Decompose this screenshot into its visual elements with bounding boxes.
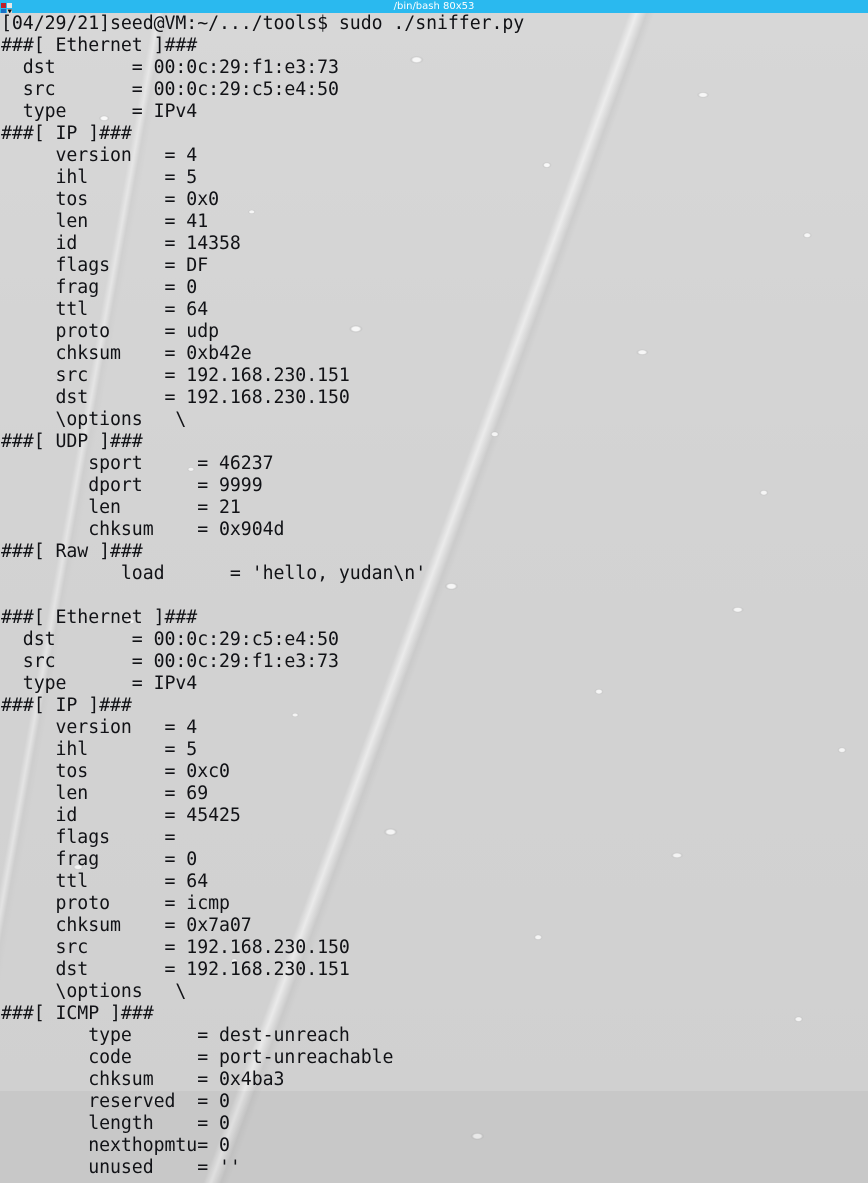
terminal-line: len = 69 bbox=[1, 783, 209, 804]
terminal-line: src = 00:0c:29:f1:e3:73 bbox=[1, 651, 339, 672]
window-menu-icon[interactable] bbox=[0, 0, 18, 13]
terminal-line: tos = 0xc0 bbox=[1, 761, 230, 782]
terminal-line: dst = 00:0c:29:c5:e4:50 bbox=[1, 629, 339, 650]
terminal-line: ###[ ICMP ]### bbox=[1, 1003, 154, 1024]
terminal-line: proto = udp bbox=[1, 321, 219, 342]
terminal-line: len = 41 bbox=[1, 211, 209, 232]
terminal-line: ###[ IP ]### bbox=[1, 695, 132, 716]
terminal-line: reserved = 0 bbox=[1, 1091, 230, 1112]
terminal-line: ###[ IP ]### bbox=[1, 123, 132, 144]
terminal-line: length = 0 bbox=[1, 1113, 230, 1134]
terminal-line: ###[ Ethernet ]### bbox=[1, 35, 198, 56]
terminal-line: version = 4 bbox=[1, 717, 198, 738]
terminal-line: dst = 00:0c:29:f1:e3:73 bbox=[1, 57, 339, 78]
terminal-line: proto = icmp bbox=[1, 893, 230, 914]
terminal-line: chksum = 0x904d bbox=[1, 519, 285, 540]
terminal-line: src = 00:0c:29:c5:e4:50 bbox=[1, 79, 339, 100]
terminal-line: unused = '' bbox=[1, 1157, 241, 1178]
terminal-line: \options \ bbox=[1, 981, 187, 1002]
terminal-line: ttl = 64 bbox=[1, 299, 209, 320]
terminal-line: load = 'hello, yudan\n' bbox=[1, 563, 427, 584]
terminal-line: chksum = 0x4ba3 bbox=[1, 1069, 285, 1090]
terminal-line: ###[ Ethernet ]### bbox=[1, 607, 198, 628]
terminal-line: chksum = 0xb42e bbox=[1, 343, 252, 364]
terminal-line: [04/29/21]seed@VM:~/.../tools$ sudo ./sn… bbox=[1, 13, 525, 34]
terminal-line: len = 21 bbox=[1, 497, 241, 518]
terminal-line: src = 192.168.230.150 bbox=[1, 937, 350, 958]
terminal-line: ihl = 5 bbox=[1, 739, 198, 760]
terminal-line: chksum = 0x7a07 bbox=[1, 915, 252, 936]
terminal-line: type = IPv4 bbox=[1, 673, 198, 694]
terminal-line: \options \ bbox=[1, 409, 187, 430]
terminal-line: flags = bbox=[1, 827, 176, 848]
window-titlebar[interactable]: /bin/bash 80x53 bbox=[0, 0, 868, 13]
terminal-line: ttl = 64 bbox=[1, 871, 209, 892]
terminal-line: ihl = 5 bbox=[1, 167, 198, 188]
terminal-line: dport = 9999 bbox=[1, 475, 263, 496]
terminal-window: /bin/bash 80x53 [04/29/21]seed@VM:~/.../… bbox=[0, 0, 868, 1183]
terminal-line: sport = 46237 bbox=[1, 453, 274, 474]
terminal-line: type = IPv4 bbox=[1, 101, 198, 122]
terminal-line: frag = 0 bbox=[1, 277, 198, 298]
terminal-line: nexthopmtu= 0 bbox=[1, 1135, 230, 1156]
terminal-line: code = port-unreachable bbox=[1, 1047, 394, 1068]
terminal-line: id = 45425 bbox=[1, 805, 241, 826]
terminal-line: ###[ Raw ]### bbox=[1, 541, 143, 562]
terminal-line: type = dest-unreach bbox=[1, 1025, 350, 1046]
terminal-line: src = 192.168.230.151 bbox=[1, 365, 350, 386]
terminal-line: tos = 0x0 bbox=[1, 189, 219, 210]
terminal-output: [04/29/21]seed@VM:~/.../tools$ sudo ./sn… bbox=[0, 13, 524, 1179]
terminal-line: dst = 192.168.230.150 bbox=[1, 387, 350, 408]
terminal-line: flags = DF bbox=[1, 255, 209, 276]
terminal-line: frag = 0 bbox=[1, 849, 198, 870]
terminal-line: ###[ UDP ]### bbox=[1, 431, 143, 452]
terminal-screen[interactable]: [04/29/21]seed@VM:~/.../tools$ sudo ./sn… bbox=[0, 13, 868, 1183]
terminal-line: version = 4 bbox=[1, 145, 198, 166]
terminal-line: id = 14358 bbox=[1, 233, 241, 254]
window-title: /bin/bash 80x53 bbox=[393, 1, 475, 12]
terminal-line: dst = 192.168.230.151 bbox=[1, 959, 350, 980]
